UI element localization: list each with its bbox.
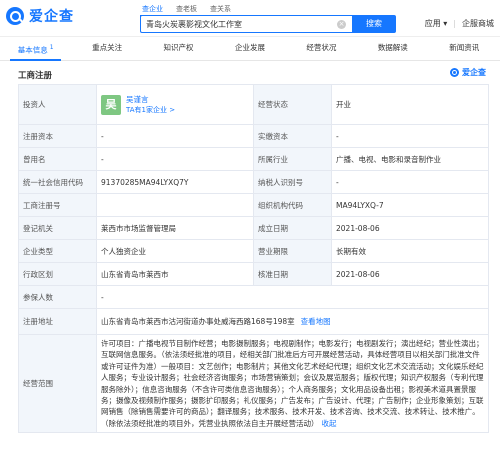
- tab-label: 新闻资讯: [449, 43, 480, 52]
- org-code-label: 组织机构代码: [253, 193, 332, 217]
- insured-count-value: -: [96, 285, 489, 309]
- table-row: 工商注册号 组织机构代码 MA94LYXQ-7: [18, 193, 489, 217]
- tab-key-focus[interactable]: 重点关注: [71, 38, 142, 60]
- table-row: 经营范围 许可项目：广播电视节目制作经营；电影摄制服务；电视剧制作；电影发行；电…: [18, 333, 489, 434]
- apps-link[interactable]: 应用: [425, 19, 441, 28]
- table-row: 参保人数 -: [18, 285, 489, 309]
- table-row: 统一社会信用代码 91370285MA94LYXQ7Y 纳税人识别号 -: [18, 170, 489, 194]
- tab-label: 数据解读: [377, 43, 408, 52]
- chevron-down-icon: ▾: [443, 19, 448, 28]
- status-value: 开业: [331, 84, 489, 125]
- tab-label: 知识产权: [163, 43, 194, 52]
- former-name-label: 曾用名: [18, 147, 97, 171]
- service-mall-link[interactable]: 企服商城: [462, 18, 494, 29]
- avatar[interactable]: 吴: [101, 94, 121, 115]
- investor-label: 投资人: [18, 84, 97, 125]
- tab-ip[interactable]: 知识产权: [143, 38, 214, 60]
- business-term-value: 长期有效: [331, 239, 489, 263]
- business-scope-cell: 许可项目：广播电视节目制作经营；电影摄制服务；电视剧制作；电影发行；电视剧发行；…: [96, 333, 489, 434]
- established-date-value: 2021-08-06: [331, 216, 489, 240]
- insured-count-label: 参保人数: [18, 285, 97, 309]
- table-row: 行政区划 山东省青岛市莱西市 核准日期 2021-08-06: [18, 262, 489, 286]
- table-row: 注册地址 山东省青岛市莱西市沽河街道办事处威海西路168号198室 查看地图: [18, 308, 489, 335]
- view-map-link[interactable]: 查看地图: [301, 317, 331, 326]
- search-input-value[interactable]: 青岛火炭裹影视文化工作室: [141, 19, 337, 30]
- registration-table: 投资人 吴 吴谨言 TA有1家企业 > 经营状态 开业 注册资本 - 实缴资本 …: [18, 84, 489, 434]
- top-links: 应用 ▾ | 企服商城: [425, 18, 494, 29]
- address-label: 注册地址: [18, 308, 97, 335]
- investor-info: 吴谨言 TA有1家企业 >: [126, 94, 175, 116]
- taxpayer-id-label: 纳税人识别号: [253, 170, 332, 194]
- tab-label: 企业发展: [234, 43, 265, 52]
- tab-label: 经营状况: [306, 43, 337, 52]
- company-type-label: 企业类型: [18, 239, 97, 263]
- reg-capital-value: -: [96, 124, 254, 148]
- table-row: 投资人 吴 吴谨言 TA有1家企业 > 经营状态 开业: [18, 84, 489, 125]
- tab-label: 重点关注: [92, 43, 123, 52]
- reg-number-value: [96, 193, 254, 217]
- watermark-text: 爱企查: [462, 68, 486, 77]
- investor[interactable]: 吴 吴谨言 TA有1家企业 >: [101, 94, 249, 116]
- address-value: 山东省青岛市莱西市沽河街道办事处威海西路168号198室: [101, 317, 295, 326]
- authority-label: 登记机关: [18, 216, 97, 240]
- investor-cell: 吴 吴谨言 TA有1家企业 >: [96, 84, 254, 125]
- industry-label: 所属行业: [253, 147, 332, 171]
- org-code-value: MA94LYXQ-7: [331, 193, 489, 217]
- clear-icon[interactable]: ×: [337, 19, 346, 29]
- table-row: 企业类型 个人独资企业 营业期限 长期有效: [18, 239, 489, 263]
- reg-number-label: 工商注册号: [18, 193, 97, 217]
- detail-tabs: 基本信息 1 重点关注 知识产权 企业发展 经营状况 数据解读 新闻资讯: [0, 38, 500, 61]
- tab-count: 1: [49, 44, 54, 51]
- status-label: 经营状态: [253, 84, 332, 125]
- company-type-value: 个人独资企业: [96, 239, 254, 263]
- section-title: 工商注册: [18, 71, 53, 81]
- tab-news[interactable]: 新闻资讯: [429, 38, 500, 60]
- logo-icon: [450, 68, 459, 77]
- paid-capital-value: -: [331, 124, 489, 148]
- region-label: 行政区划: [18, 262, 97, 286]
- former-name-value: -: [96, 147, 254, 171]
- tab-development[interactable]: 企业发展: [214, 38, 285, 60]
- logo-icon: [6, 7, 24, 25]
- top-bar: 爱企查 查企业 查老板 查关系 青岛火炭裹影视文化工作室 × 搜索 应用 ▾ |…: [0, 0, 500, 37]
- business-scope-value: 许可项目：广播电视节目制作经营；电影摄制服务；电视剧制作；电影发行；电视剧发行；…: [101, 339, 484, 428]
- credit-code-value: 91370285MA94LYXQ7Y: [96, 170, 254, 194]
- industry-value: 广播、电视、电影和录音制作业: [331, 147, 489, 171]
- link-divider: |: [453, 19, 456, 28]
- table-row: 登记机关 莱西市市场监督管理局 成立日期 2021-08-06: [18, 216, 489, 240]
- logo-text: 爱企查: [29, 9, 74, 25]
- tab-operations[interactable]: 经营状况: [286, 38, 357, 60]
- watermark-logo: 爱企查: [450, 67, 486, 78]
- search-button[interactable]: 搜索: [352, 15, 396, 33]
- table-row: 注册资本 - 实缴资本 -: [18, 124, 489, 148]
- tab-basic-info[interactable]: 基本信息 1: [0, 38, 71, 61]
- region-value: 山东省青岛市莱西市: [96, 262, 254, 286]
- search-input[interactable]: 青岛火炭裹影视文化工作室 ×: [140, 15, 352, 33]
- business-scope-label: 经营范围: [18, 333, 97, 434]
- taxpayer-id-value: -: [331, 170, 489, 194]
- business-term-label: 营业期限: [253, 239, 332, 263]
- tab-label: 基本信息: [17, 45, 48, 55]
- approved-date-value: 2021-08-06: [331, 262, 489, 286]
- address-cell: 山东省青岛市莱西市沽河街道办事处威海西路168号198室 查看地图: [96, 308, 489, 335]
- credit-code-label: 统一社会信用代码: [18, 170, 97, 194]
- table-row: 曾用名 - 所属行业 广播、电视、电影和录音制作业: [18, 147, 489, 171]
- tab-data-insight[interactable]: 数据解读: [357, 38, 428, 60]
- authority-value: 莱西市市场监督管理局: [96, 216, 254, 240]
- established-date-label: 成立日期: [253, 216, 332, 240]
- logo[interactable]: 爱企查: [6, 6, 74, 26]
- reg-capital-label: 注册资本: [18, 124, 97, 148]
- collapse-link[interactable]: 收起: [322, 419, 337, 428]
- paid-capital-label: 实缴资本: [253, 124, 332, 148]
- apps-menu[interactable]: 应用 ▾: [425, 18, 448, 29]
- approved-date-label: 核准日期: [253, 262, 332, 286]
- investor-name-link[interactable]: 吴谨言: [126, 94, 175, 105]
- investor-companies-link[interactable]: TA有1家企业 >: [126, 105, 175, 116]
